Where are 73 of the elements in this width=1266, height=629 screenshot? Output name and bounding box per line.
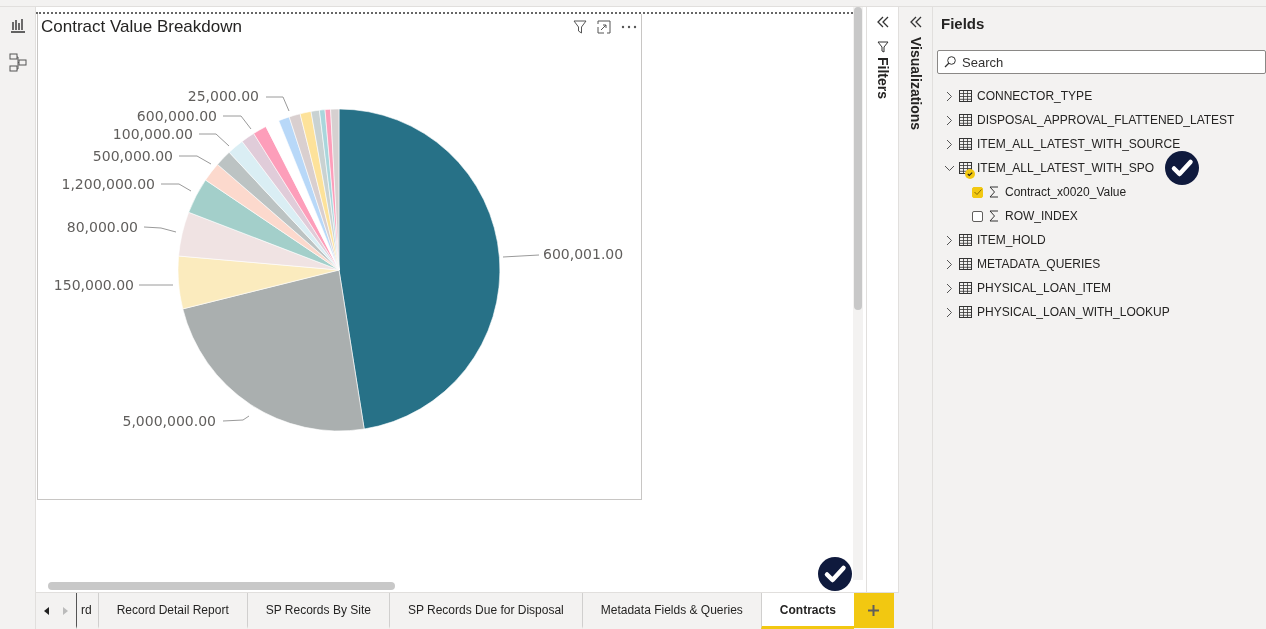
vertical-scrollbar[interactable]: [854, 7, 862, 310]
table-icon: [959, 90, 972, 102]
checkmark-badge-icon: [1165, 151, 1200, 185]
model-view-icon[interactable]: [8, 53, 27, 73]
horizontal-scrollbar[interactable]: [48, 582, 395, 590]
checkbox[interactable]: [972, 210, 983, 222]
table-name[interactable]: ITEM_HOLD: [977, 233, 1046, 247]
slice-label: 600,000.00: [136, 108, 217, 124]
sigma-icon: [989, 186, 999, 198]
collapse-icon[interactable]: [908, 15, 923, 29]
table-name[interactable]: DISPOSAL_APPROVAL_FLATTENED_LATEST: [977, 113, 1235, 127]
slice-label: 1,200,000.00: [61, 176, 155, 192]
slice-label: 500,000.00: [92, 148, 173, 164]
leader-line: [143, 226, 177, 233]
table-name[interactable]: ITEM_ALL_LATEST_WITH_SPO: [977, 161, 1155, 175]
leader-line: [138, 284, 174, 286]
chevron-right-icon[interactable]: [945, 307, 954, 317]
filter-icon[interactable]: [573, 20, 587, 34]
field-name[interactable]: ROW_INDEX: [1005, 209, 1078, 223]
visualizations-pane-title[interactable]: Visualizations: [907, 37, 924, 131]
page-tab[interactable]: Record Detail Report: [97, 593, 247, 629]
chevron-right-icon[interactable]: [945, 91, 954, 101]
slice-label: 80,000.00: [66, 219, 138, 235]
more-options-icon[interactable]: [621, 25, 637, 29]
check-icon: [973, 189, 982, 195]
table-icon: [959, 162, 972, 174]
slice-label: 5,000,000.00: [122, 413, 216, 429]
leader-line: [222, 115, 252, 130]
chevron-right-icon[interactable]: [945, 283, 954, 293]
chevron-right-icon[interactable]: [945, 139, 954, 149]
table-name[interactable]: PHYSICAL_LOAN_WITH_LOOKUP: [977, 305, 1170, 319]
previous-page-icon[interactable]: [44, 607, 50, 615]
table-icon: [959, 234, 972, 246]
filters-pane-title[interactable]: Filters: [874, 57, 891, 99]
chevron-right-icon[interactable]: [945, 115, 954, 125]
sigma-icon: [989, 210, 999, 222]
leader-line: [222, 415, 250, 422]
table-icon: [959, 138, 972, 150]
chevron-down-icon[interactable]: [945, 163, 954, 173]
table-icon: [959, 306, 972, 318]
table-name[interactable]: CONNECTOR_TYPE: [977, 89, 1093, 103]
page-tab[interactable]: Metadata Fields & Queries: [581, 593, 761, 629]
search-field[interactable]: Search: [937, 50, 1266, 74]
fields-pane-title: Fields: [940, 15, 986, 34]
table-name[interactable]: METADATA_QUERIES: [977, 257, 1101, 271]
slice-label: 100,000.00: [112, 126, 193, 142]
table-name[interactable]: PHYSICAL_LOAN_ITEM: [977, 281, 1112, 295]
add-page-button[interactable]: [853, 593, 894, 628]
plus-icon: [868, 605, 880, 616]
slice-label: 25,000.00: [187, 88, 259, 104]
leader-line: [265, 96, 290, 112]
leader-line: [160, 183, 192, 192]
field-name[interactable]: Contract_x0020_Value: [1005, 185, 1127, 199]
chevron-right-icon[interactable]: [945, 259, 954, 269]
page-tab[interactable]: rd: [76, 593, 98, 629]
table-icon: [959, 258, 972, 270]
table-name[interactable]: ITEM_ALL_LATEST_WITH_SOURCE: [977, 137, 1181, 151]
slice-label: 600,001.00: [543, 246, 624, 262]
leader-line: [502, 254, 540, 258]
leader-line: [178, 155, 212, 165]
page-tab[interactable]: Contracts: [760, 593, 854, 629]
table-icon: [959, 114, 972, 126]
slice-label: 150,000.00: [53, 277, 134, 293]
page-tab[interactable]: SP Records Due for Disposal: [388, 593, 582, 629]
chevron-right-icon[interactable]: [945, 235, 954, 245]
report-view-icon[interactable]: [9, 17, 26, 33]
filter-icon: [876, 41, 889, 53]
focus-mode-icon[interactable]: [597, 20, 611, 34]
table-icon: [959, 282, 972, 294]
collapse-icon[interactable]: [875, 15, 890, 29]
chart-title: Contract Value Breakdown: [41, 17, 243, 37]
leader-line: [198, 133, 230, 147]
page-tab[interactable]: SP Records By Site: [246, 593, 389, 629]
